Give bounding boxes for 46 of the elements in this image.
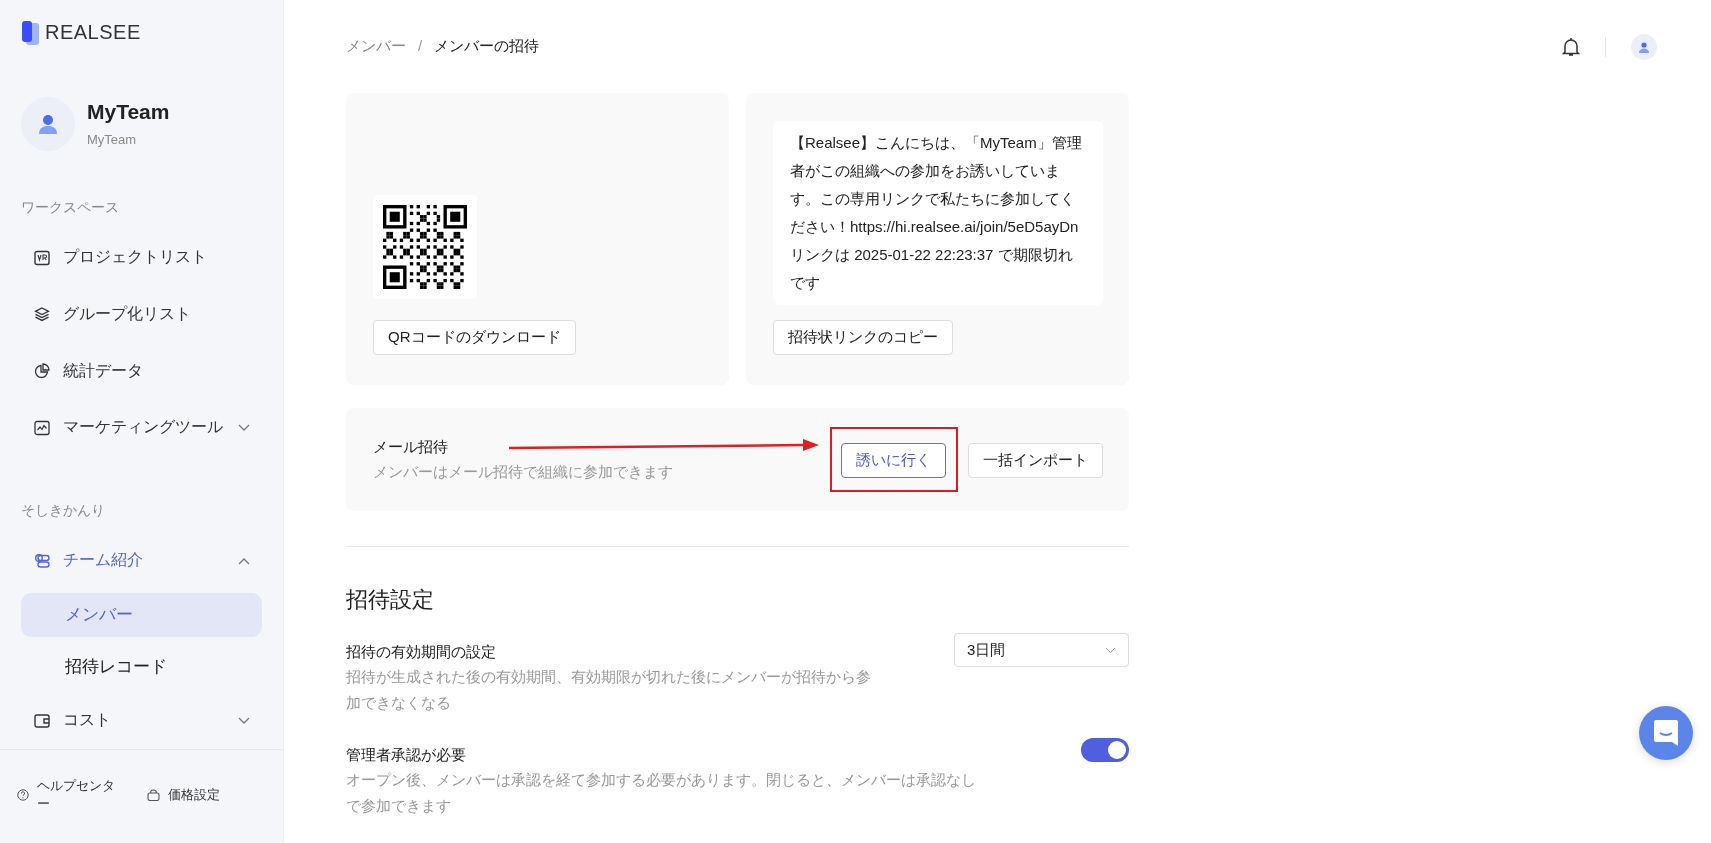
settings-heading: 招待設定: [346, 586, 435, 614]
vr-icon: [34, 249, 50, 266]
chevron-down-icon: [1105, 646, 1116, 654]
setting-description: 招待が生成された後の有効期間、有効期限が切れた後にメンバーが招待から参加できなくなる: [346, 667, 872, 713]
pie-chart-icon: [34, 363, 50, 380]
footer-link[interactable]: 価格設定: [168, 786, 220, 805]
invite-button[interactable]: 誘いに行く: [841, 443, 946, 478]
nav-item[interactable]: マーケティングツール: [21, 399, 262, 457]
duration-select[interactable]: 3日間: [954, 633, 1129, 667]
user-avatar[interactable]: [1631, 33, 1657, 60]
mail-invite-description: メンバーはメール招待で組織に参加できます: [373, 462, 673, 482]
bulk-import-button[interactable]: 一括インポート: [968, 443, 1103, 478]
line-chart-icon: [34, 419, 50, 436]
approval-toggle[interactable]: [1081, 738, 1129, 762]
help-icon: [17, 789, 29, 802]
copy-link-button[interactable]: 招待状リンクのコピー: [773, 320, 953, 355]
mail-invite-title: メール招待: [373, 437, 448, 457]
layers-icon: [34, 306, 50, 323]
setting-label: 招待の有効期間の設定: [346, 643, 497, 662]
nav-item[interactable]: プロジェクトリスト: [21, 229, 262, 287]
wallet-icon: [34, 712, 50, 729]
section-title: ワークスペース: [21, 199, 120, 218]
nav-item[interactable]: グループ化リスト: [21, 286, 262, 343]
nav-subitem[interactable]: 招待レコード: [21, 644, 262, 689]
team-subtitle: MyTeam: [87, 132, 138, 148]
setting-label: 管理者承認が必要: [346, 746, 467, 765]
nav-item[interactable]: コスト: [21, 692, 262, 750]
team-name: MyTeam: [87, 100, 170, 125]
setting-description: オープン後、メンバーは承認を経て参加する必要があります。閉じると、メンバーは承認なしで参加できます: [346, 770, 977, 816]
breadcrumb-separator: /: [418, 37, 423, 56]
logo-text: REALSEE: [45, 21, 141, 45]
notification-bell-icon[interactable]: [1562, 36, 1580, 57]
breadcrumb-item: メンバーの招待: [434, 37, 540, 56]
section-title: そしきかんり: [21, 502, 106, 521]
nav-subitem[interactable]: メンバー: [21, 593, 262, 637]
logo-icon: [21, 19, 41, 46]
footer-link[interactable]: ヘルプセンター: [37, 777, 117, 814]
download-qr-button[interactable]: QRコードのダウンロード: [373, 320, 576, 355]
chat-bubble-icon: [1653, 719, 1679, 747]
nav-item[interactable]: チーム紹介: [21, 532, 262, 589]
chat-button[interactable]: [1639, 706, 1693, 760]
lock-icon: [147, 789, 160, 802]
invite-message: 【Realsee】こんにちは、「MyTeam」管理者がこの組織への参加をお誘いしています。この専用リンクで私たちに参加してください！https://hi.realsee.ai/join/5eD5ayDnリンクは 2025-01-22 22:23:37 で期限切れです: [773, 121, 1103, 305]
team-icon: [34, 552, 50, 569]
nav-item[interactable]: 統計データ: [21, 342, 262, 400]
breadcrumb-item[interactable]: メンバー: [346, 37, 406, 56]
